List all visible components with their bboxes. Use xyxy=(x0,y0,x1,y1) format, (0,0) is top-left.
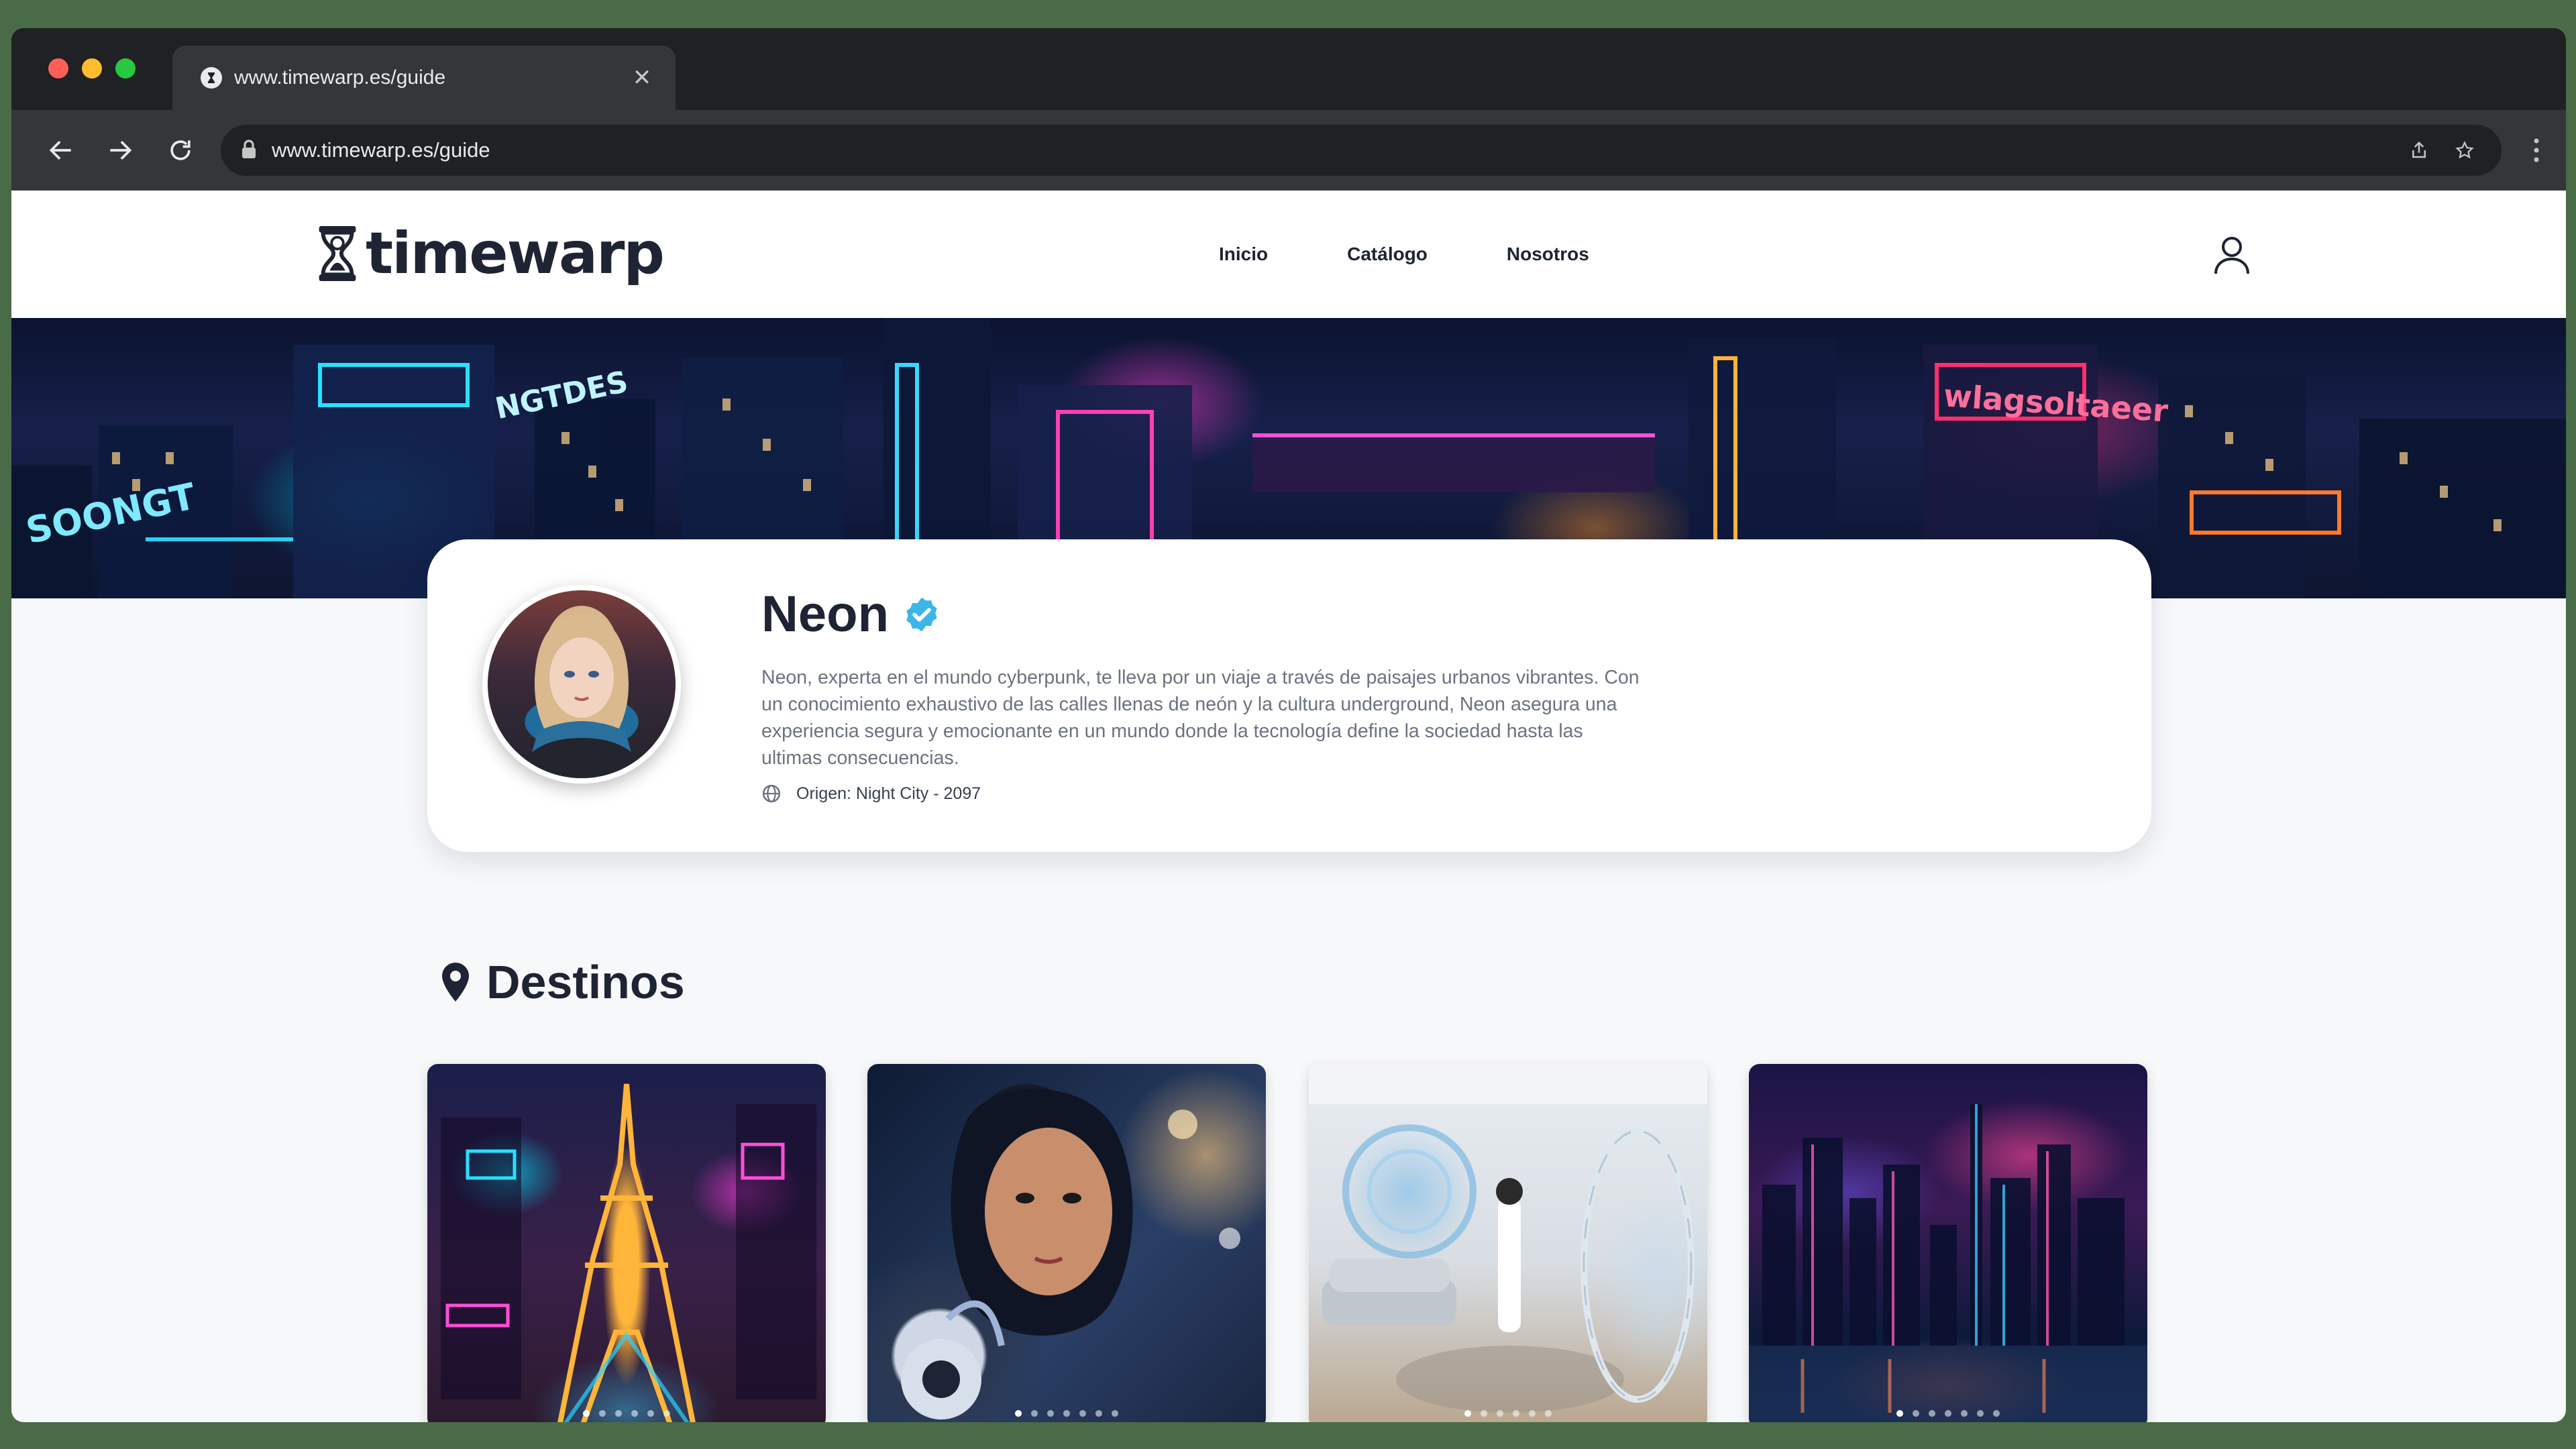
carousel-dot[interactable] xyxy=(1945,1410,1951,1417)
carousel-dot[interactable] xyxy=(599,1410,606,1417)
lock-icon xyxy=(241,139,257,162)
browser-tab[interactable]: www.timewarp.es/guide ✕ xyxy=(172,46,676,110)
carousel-dots[interactable] xyxy=(867,1410,1266,1417)
destinations-grid xyxy=(427,1064,2158,1422)
nav-link-inicio[interactable]: Inicio xyxy=(1219,244,1268,265)
browser-window: www.timewarp.es/guide ✕ www.timewarp.es/… xyxy=(11,28,2566,1422)
destinations-heading: Destinos xyxy=(441,955,685,1009)
forward-button[interactable] xyxy=(100,130,140,170)
carousel-dot[interactable] xyxy=(1513,1410,1519,1417)
carousel-dot[interactable] xyxy=(1896,1410,1903,1417)
address-bar[interactable]: www.timewarp.es/guide xyxy=(221,125,2502,176)
carousel-dot[interactable] xyxy=(1929,1410,1935,1417)
carousel-dot[interactable] xyxy=(647,1410,654,1417)
logo-text: timewarp xyxy=(366,220,665,287)
user-icon xyxy=(2214,237,2249,274)
carousel-dot[interactable] xyxy=(1047,1410,1054,1417)
carousel-dot[interactable] xyxy=(1961,1410,1968,1417)
hourglass-logo-icon xyxy=(319,225,356,282)
carousel-dot[interactable] xyxy=(1497,1410,1503,1417)
destination-card[interactable] xyxy=(1749,1064,2147,1422)
guide-origin: Origen: Night City - 2097 xyxy=(761,784,981,804)
reload-icon xyxy=(170,140,191,160)
section-title: Destinos xyxy=(486,956,685,1008)
carousel-dot[interactable] xyxy=(1063,1410,1070,1417)
tab-strip: www.timewarp.es/guide ✕ xyxy=(11,28,2566,110)
page-viewport: timewarp Inicio Catálogo Nosotros SOONGT… xyxy=(11,191,2566,1422)
close-window-button[interactable] xyxy=(48,58,68,78)
carousel-dot[interactable] xyxy=(1464,1410,1471,1417)
carousel-dot[interactable] xyxy=(1079,1410,1086,1417)
back-button[interactable] xyxy=(41,130,81,170)
carousel-dot[interactable] xyxy=(1529,1410,1536,1417)
minimize-window-button[interactable] xyxy=(82,58,102,78)
avatar-portrait-illustration xyxy=(515,614,649,778)
account-button[interactable] xyxy=(2213,235,2251,275)
carousel-dot[interactable] xyxy=(1913,1410,1919,1417)
carousel-dots[interactable] xyxy=(1749,1410,2147,1417)
share-icon[interactable] xyxy=(2402,133,2436,167)
arrow-right-icon xyxy=(110,140,132,160)
timewarp-favicon-icon xyxy=(201,67,222,89)
destination-card[interactable] xyxy=(867,1064,1266,1422)
browser-toolbar: www.timewarp.es/guide xyxy=(11,110,2566,191)
carousel-dot[interactable] xyxy=(1095,1410,1102,1417)
futuristic-apartment-interior-image xyxy=(1309,1064,1707,1413)
origin-text: Origen: Night City - 2097 xyxy=(796,784,981,803)
guide-bio: Neon, experta en el mundo cyberpunk, te … xyxy=(761,667,1640,769)
reload-button[interactable] xyxy=(160,130,201,170)
destination-card[interactable] xyxy=(427,1064,826,1422)
guide-name-row: Neon xyxy=(761,585,941,643)
tab-title: www.timewarp.es/guide xyxy=(234,66,446,89)
carousel-dots[interactable] xyxy=(427,1410,826,1417)
zoom-window-button[interactable] xyxy=(115,58,136,78)
neon-skyline-night-image xyxy=(1749,1104,2147,1422)
destination-card[interactable] xyxy=(1309,1064,1707,1422)
more-vertical-icon xyxy=(2534,138,2539,162)
site-header: timewarp Inicio Catálogo Nosotros xyxy=(11,191,2566,318)
carousel-dot[interactable] xyxy=(1112,1410,1118,1417)
map-pin-icon xyxy=(442,963,469,1002)
carousel-dot[interactable] xyxy=(1977,1410,1984,1417)
arrow-left-icon xyxy=(49,140,71,160)
carousel-dot[interactable] xyxy=(663,1410,670,1417)
carousel-dot[interactable] xyxy=(631,1410,638,1417)
carousel-dot[interactable] xyxy=(1015,1410,1022,1417)
carousel-dot[interactable] xyxy=(583,1410,590,1417)
guide-name: Neon xyxy=(761,586,889,643)
guide-avatar xyxy=(482,585,681,784)
url-text: www.timewarp.es/guide xyxy=(272,138,490,162)
carousel-dot[interactable] xyxy=(615,1410,622,1417)
neon-paris-eiffel-tower-image xyxy=(441,1083,816,1422)
carousel-dot[interactable] xyxy=(1031,1410,1038,1417)
nav-link-nosotros[interactable]: Nosotros xyxy=(1507,244,1589,265)
carousel-dot[interactable] xyxy=(1993,1410,2000,1417)
carousel-dots[interactable] xyxy=(1309,1410,1707,1417)
carousel-dot[interactable] xyxy=(1481,1410,1487,1417)
carousel-dot[interactable] xyxy=(1545,1410,1552,1417)
site-logo[interactable]: timewarp xyxy=(317,220,665,287)
bookmark-star-icon[interactable] xyxy=(2448,133,2481,167)
guide-profile-card: Neon Neon, experta en el mundo cyberpunk… xyxy=(427,539,2151,852)
main-nav: Inicio Catálogo Nosotros xyxy=(1219,191,1668,318)
globe-icon xyxy=(762,784,781,803)
close-tab-icon[interactable]: ✕ xyxy=(629,64,655,91)
cyborg-woman-portrait-image xyxy=(901,1089,1240,1419)
verified-badge-icon xyxy=(906,597,937,631)
nav-link-catalogo[interactable]: Catálogo xyxy=(1347,244,1428,265)
browser-menu-button[interactable] xyxy=(2523,130,2550,170)
